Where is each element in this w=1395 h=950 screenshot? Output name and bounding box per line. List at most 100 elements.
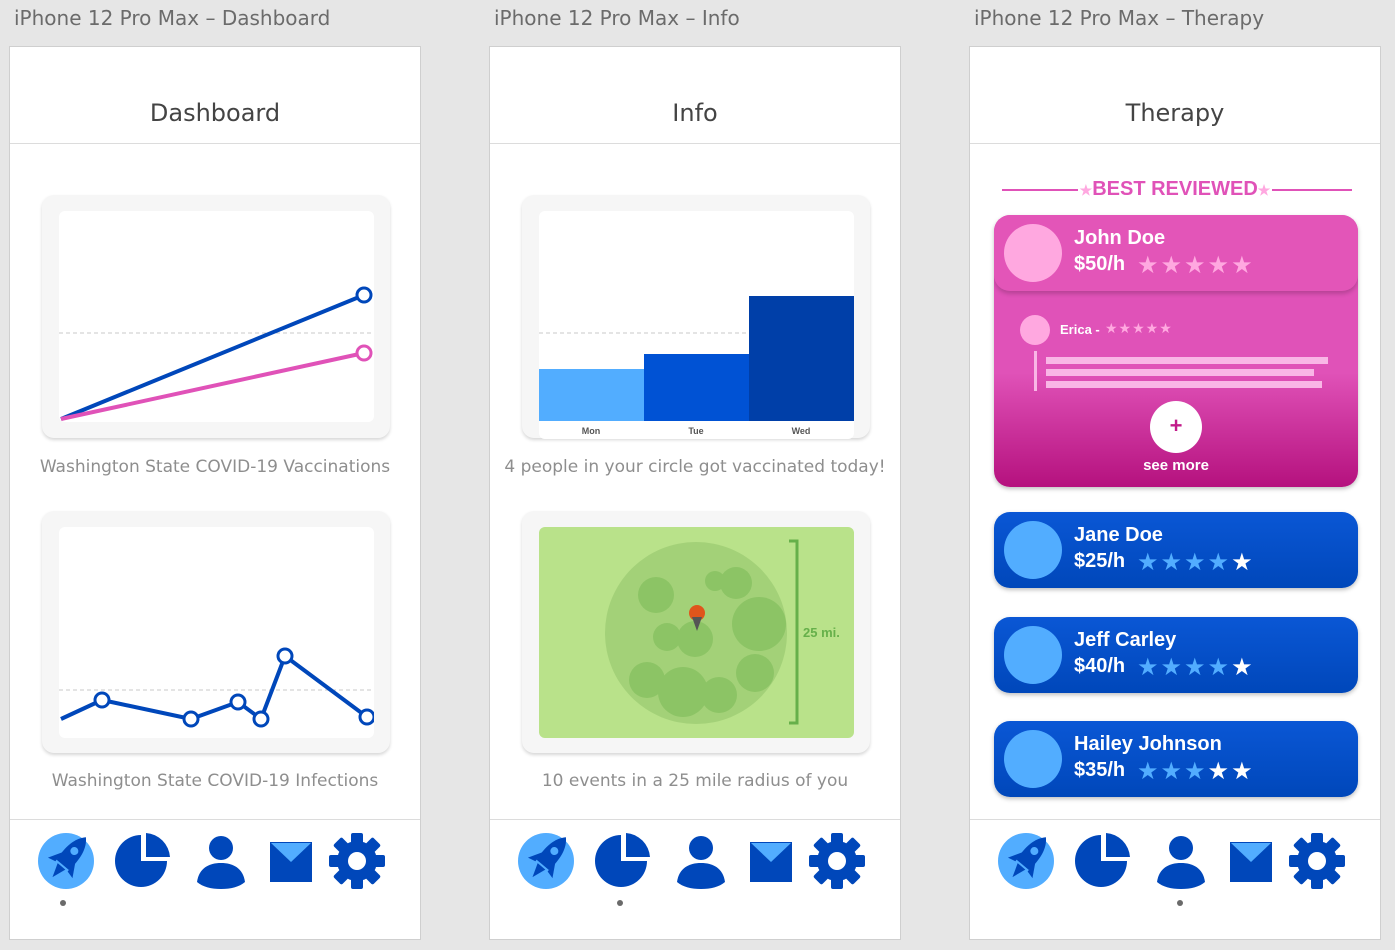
bar-chart: [539, 296, 854, 421]
star-rating: ★★★★★: [1137, 757, 1255, 786]
event-dot: [736, 654, 774, 692]
tab-statistics[interactable]: [1074, 832, 1132, 890]
therapy-screen: Therapy ★BEST REVIEWED★ John Doe $50/h ★…: [969, 46, 1381, 940]
data-point: [229, 693, 247, 711]
info-screen: Info Mon Tue Wed 4 people in your circle…: [489, 46, 901, 940]
user-icon: [677, 836, 725, 889]
star-icon: ★: [1079, 182, 1093, 198]
rocket-icon: [38, 833, 94, 889]
best-reviewed-heading: ★BEST REVIEWED★: [970, 178, 1380, 201]
infections-chart-card[interactable]: [42, 511, 390, 753]
star-icon: ★: [1160, 549, 1185, 576]
tab-profile[interactable]: [672, 832, 730, 890]
therapist-rate: $35/h: [1074, 759, 1126, 781]
event-dot: [705, 571, 725, 591]
star-rating: ★★★★★: [1137, 653, 1255, 682]
infections-chart: [59, 527, 374, 738]
tab-statistics[interactable]: [594, 832, 652, 890]
events-map-card[interactable]: 25 mi.: [522, 511, 870, 753]
therapist-card[interactable]: Hailey Johnson $35/h ★★★★★: [994, 721, 1358, 797]
therapist-header: John Doe $50/h ★★★★★: [994, 215, 1358, 291]
therapist-name: Jane Doe: [1074, 524, 1163, 546]
tab-messages[interactable]: [1228, 832, 1286, 890]
tab-settings[interactable]: [808, 832, 866, 890]
vaccinations-caption: Washington State COVID-19 Vaccinations: [39, 457, 391, 477]
events-map[interactable]: 25 mi.: [539, 527, 854, 738]
see-more-button[interactable]: +: [1150, 401, 1202, 453]
tab-messages[interactable]: [268, 832, 326, 890]
data-point: [93, 691, 111, 709]
bar-label-mon: Mon: [581, 426, 601, 436]
tab-profile[interactable]: [1152, 832, 1210, 890]
vaccinations-chart-card[interactable]: [42, 195, 390, 438]
therapist-card[interactable]: Jane Doe $25/h ★★★★★: [994, 512, 1358, 588]
vaccinations-chart: [59, 211, 374, 422]
series-line-blue: [60, 654, 369, 721]
bar-tue: [644, 354, 749, 421]
quote-bar: [1034, 351, 1037, 391]
header: Dashboard: [10, 47, 420, 144]
data-point: [252, 710, 270, 728]
bar-label-tue: Tue: [688, 426, 704, 436]
star-icon: ★: [1207, 549, 1232, 576]
active-tab-indicator: [617, 900, 623, 906]
event-dot: [720, 567, 752, 599]
tab-statistics[interactable]: [114, 832, 172, 890]
page-title: Info: [672, 99, 718, 127]
tab-dashboard[interactable]: [37, 832, 95, 890]
tab-settings[interactable]: [328, 832, 386, 890]
star-icon: ★: [1160, 758, 1185, 785]
event-dot: [677, 621, 713, 657]
therapist-card[interactable]: Jeff Carley $40/h ★★★★★: [994, 617, 1358, 693]
vaccinated-bar-card[interactable]: Mon Tue Wed: [522, 195, 870, 439]
star-rating: ★★★★★: [1137, 548, 1255, 577]
mail-icon: [750, 842, 792, 882]
bar-label-wed: Wed: [791, 426, 811, 436]
avatar: [1004, 626, 1062, 684]
event-dot: [701, 677, 737, 713]
gear-icon: [1289, 833, 1345, 889]
event-dot: [732, 597, 786, 651]
star-icon: ★: [1137, 758, 1161, 785]
page-title: Therapy: [1125, 99, 1225, 127]
star-icon: ★: [1207, 654, 1232, 681]
series-line-pink: [60, 351, 365, 421]
artboard-label-therapy: iPhone 12 Pro Max – Therapy: [974, 6, 1265, 30]
data-point: [276, 647, 294, 665]
page-title: Dashboard: [149, 99, 281, 127]
data-point: [355, 344, 373, 362]
user-icon: [1157, 836, 1205, 889]
tab-settings[interactable]: [1288, 832, 1346, 890]
star-icon: ★: [1137, 549, 1161, 576]
therapist-name: John Doe: [1074, 227, 1166, 249]
star-icon: ★: [1257, 182, 1271, 198]
review-star-rating: ★★★★★: [1105, 320, 1173, 336]
header: Therapy: [970, 47, 1380, 144]
reviewer-name: Erica -: [1060, 322, 1100, 337]
best-reviewed-label: BEST REVIEWED: [1092, 178, 1258, 200]
avatar: [1004, 521, 1062, 579]
review-text-placeholder: [1046, 357, 1328, 364]
reviewer-avatar: [1020, 315, 1050, 345]
vaccinated-bar-chart: Mon Tue Wed: [539, 211, 854, 439]
infections-caption: Washington State COVID-19 Infections: [51, 771, 379, 791]
data-point: [358, 708, 374, 726]
data-point: [355, 286, 373, 304]
featured-therapist-card[interactable]: John Doe $50/h ★★★★★ Erica - ★★★★★ + see…: [994, 215, 1358, 487]
star-icon: ★: [1231, 758, 1255, 785]
star-icon: ★: [1207, 758, 1232, 785]
header: Info: [490, 47, 900, 144]
artboard-label-dashboard: iPhone 12 Pro Max – Dashboard: [14, 6, 331, 30]
tab-dashboard[interactable]: [517, 832, 575, 890]
see-more-label[interactable]: see more: [994, 457, 1358, 474]
active-tab-indicator: [60, 900, 66, 906]
rocket-icon: [998, 833, 1054, 889]
event-dot: [638, 577, 674, 613]
therapist-rate: $50/h: [1074, 253, 1126, 275]
active-tab-indicator: [1177, 900, 1183, 906]
tab-dashboard[interactable]: [997, 832, 1055, 890]
tab-messages[interactable]: [748, 832, 806, 890]
bar-mon: [539, 369, 644, 421]
tab-profile[interactable]: [192, 832, 250, 890]
artboard-label-info: iPhone 12 Pro Max – Info: [494, 6, 740, 30]
